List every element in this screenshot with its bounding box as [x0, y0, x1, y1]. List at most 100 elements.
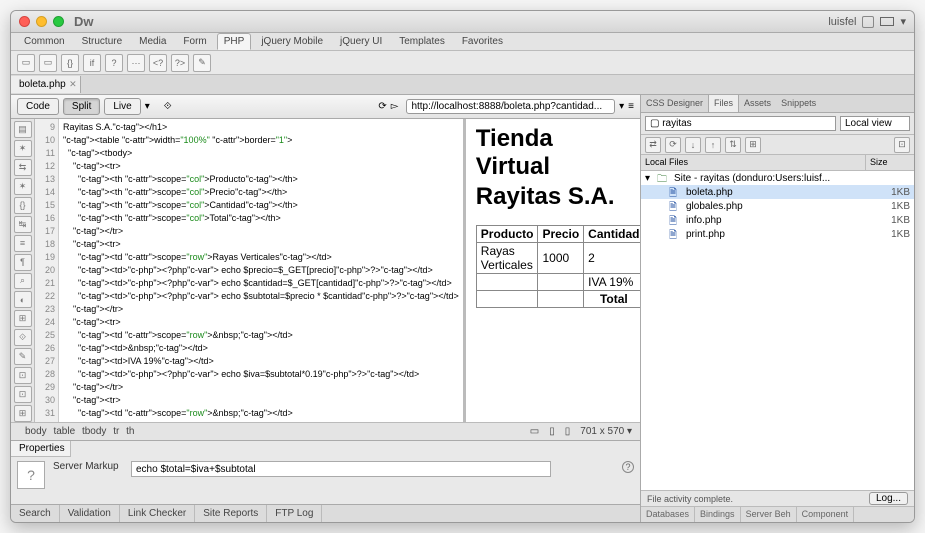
insert-icon[interactable]: ?>: [171, 54, 189, 72]
breadcrumb-item[interactable]: tr: [111, 426, 121, 437]
insert-icon[interactable]: if: [83, 54, 101, 72]
workspace-icon[interactable]: [880, 17, 894, 26]
breadcrumb-item[interactable]: table: [51, 426, 77, 437]
panel-tab[interactable]: Assets: [739, 95, 776, 112]
tool-icon[interactable]: ◐: [14, 291, 32, 308]
sync-icon[interactable]: ⇅: [725, 137, 741, 153]
col-size[interactable]: Size: [866, 155, 914, 170]
panel-tab[interactable]: CSS Designer: [641, 95, 708, 112]
live-view-button[interactable]: Live: [104, 98, 140, 115]
col-local-files[interactable]: Local Files: [641, 155, 866, 170]
tool-icon[interactable]: ✶: [14, 140, 32, 157]
table-cell[interactable]: Total: [584, 291, 640, 308]
options-icon[interactable]: ⊡: [894, 137, 910, 153]
site-root-row[interactable]: ▾🗀 Site - rayitas (donduro:Users:luisf..…: [641, 171, 914, 185]
close-icon[interactable]: [19, 16, 30, 27]
breadcrumb-item[interactable]: body: [23, 426, 49, 437]
split-view-button[interactable]: Split: [63, 98, 100, 115]
tool-icon[interactable]: ⊞: [14, 310, 32, 327]
expand-icon[interactable]: ⊞: [745, 137, 761, 153]
view-dropdown[interactable]: Local view: [840, 116, 910, 131]
insert-tab[interactable]: Structure: [75, 33, 130, 50]
panel-tab[interactable]: Server Beh: [741, 507, 797, 522]
tool-icon[interactable]: ⌕: [14, 273, 32, 290]
file-row[interactable]: 🗎boleta.php1KB: [641, 185, 914, 199]
table-cell[interactable]: Rayas Verticales: [476, 243, 538, 274]
insert-tab[interactable]: Templates: [392, 33, 452, 50]
insert-tab[interactable]: Favorites: [455, 33, 510, 50]
help-icon[interactable]: ?: [622, 461, 634, 473]
device-icon[interactable]: ▯: [547, 426, 557, 437]
file-row[interactable]: 🗎globales.php1KB: [641, 199, 914, 213]
code-editor[interactable]: Rayitas S.A."c-tag"></h1>"c-tag"><table …: [59, 119, 463, 422]
table-cell[interactable]: [476, 291, 538, 308]
url-prefix-icon[interactable]: ▻: [391, 101, 399, 112]
panel-tab[interactable]: Databases: [641, 507, 695, 522]
table-cell[interactable]: [538, 291, 584, 308]
minimize-icon[interactable]: [36, 16, 47, 27]
close-tab-icon[interactable]: ✕: [69, 79, 77, 90]
dropdown-icon[interactable]: ▾: [145, 101, 150, 112]
file-row[interactable]: 🗎info.php1KB: [641, 213, 914, 227]
tool-icon[interactable]: ¶: [14, 254, 32, 271]
tool-icon[interactable]: ↹: [14, 216, 32, 233]
table-cell[interactable]: [476, 274, 538, 291]
refresh-icon[interactable]: ⟳: [665, 137, 681, 153]
results-tab[interactable]: Search: [11, 505, 60, 522]
insert-tab[interactable]: Form: [176, 33, 213, 50]
tool-icon[interactable]: ⊡: [14, 367, 32, 384]
results-tab[interactable]: FTP Log: [267, 505, 322, 522]
get-icon[interactable]: ↓: [685, 137, 701, 153]
code-view-button[interactable]: Code: [17, 98, 59, 115]
document-tab[interactable]: boleta.php ✕: [11, 76, 81, 93]
insert-tab[interactable]: jQuery Mobile: [254, 33, 330, 50]
put-icon[interactable]: ↑: [705, 137, 721, 153]
tool-icon[interactable]: {}: [14, 197, 32, 214]
sync-icon[interactable]: [862, 16, 874, 28]
insert-icon[interactable]: ▭: [17, 54, 35, 72]
breadcrumb-item[interactable]: th: [124, 426, 136, 437]
tool-icon[interactable]: ⊡: [14, 386, 32, 403]
tool-icon[interactable]: ≡: [14, 235, 32, 252]
device-icon[interactable]: ▭: [528, 426, 541, 437]
table-cell[interactable]: [538, 274, 584, 291]
device-icon[interactable]: ▯: [563, 426, 573, 437]
server-markup-input[interactable]: [131, 461, 551, 477]
insert-icon[interactable]: {}: [61, 54, 79, 72]
file-row[interactable]: 🗎print.php1KB: [641, 227, 914, 241]
results-tab[interactable]: Validation: [60, 505, 120, 522]
dropdown-icon[interactable]: ▾: [619, 101, 624, 112]
table-cell[interactable]: 2: [584, 243, 640, 274]
inspect-icon[interactable]: ⟐: [164, 101, 172, 112]
breadcrumb-item[interactable]: tbody: [80, 426, 108, 437]
insert-tab[interactable]: jQuery UI: [333, 33, 389, 50]
tool-icon[interactable]: ✶: [14, 178, 32, 195]
site-dropdown[interactable]: ▢ rayitas: [645, 116, 836, 131]
workspace-dropdown-icon[interactable]: ▾: [900, 15, 906, 28]
tool-icon[interactable]: ✎: [14, 348, 32, 365]
panel-tab[interactable]: Snippets: [776, 95, 821, 112]
insert-tab[interactable]: Common: [17, 33, 72, 50]
results-tab[interactable]: Site Reports: [195, 505, 267, 522]
tool-icon[interactable]: ⇆: [14, 159, 32, 176]
tool-icon[interactable]: ▤: [14, 121, 32, 138]
results-tab[interactable]: Link Checker: [120, 505, 195, 522]
viewport-size[interactable]: 701 x 570 ▾: [578, 426, 634, 437]
refresh-icon[interactable]: ⟳: [378, 101, 386, 112]
insert-icon[interactable]: ···: [127, 54, 145, 72]
tool-icon[interactable]: ⊞: [14, 405, 32, 422]
insert-icon[interactable]: ▭: [39, 54, 57, 72]
address-input[interactable]: [406, 99, 615, 114]
panel-tab[interactable]: Bindings: [695, 507, 741, 522]
properties-tab[interactable]: Properties: [11, 441, 71, 457]
insert-icon[interactable]: ✎: [193, 54, 211, 72]
zoom-icon[interactable]: [53, 16, 64, 27]
settings-icon[interactable]: ≡: [628, 101, 634, 112]
insert-icon[interactable]: <?: [149, 54, 167, 72]
connect-icon[interactable]: ⇄: [645, 137, 661, 153]
log-button[interactable]: Log...: [869, 492, 908, 505]
tool-icon[interactable]: ⟐: [14, 329, 32, 346]
insert-tab[interactable]: Media: [132, 33, 173, 50]
table-cell[interactable]: 1000: [538, 243, 584, 274]
panel-tab[interactable]: Files: [708, 95, 739, 112]
